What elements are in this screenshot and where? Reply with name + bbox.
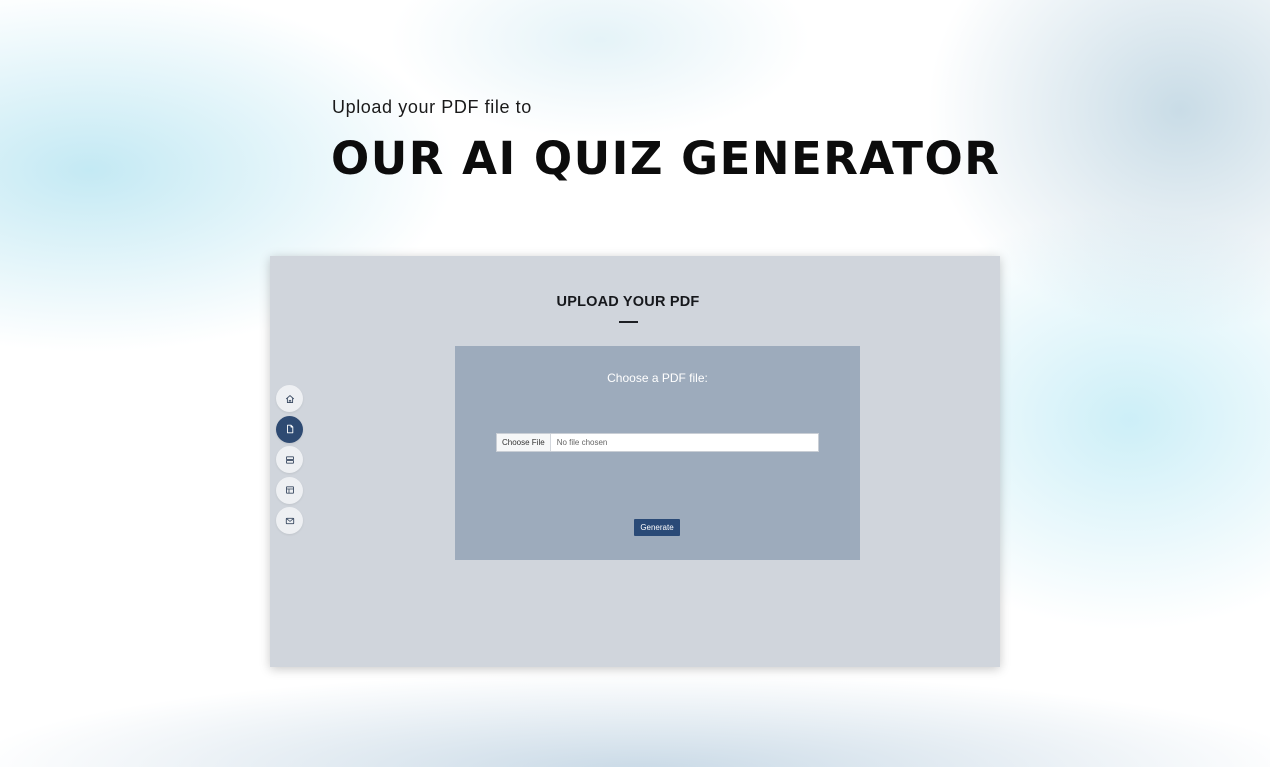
choose-file-button[interactable]: Choose File — [497, 434, 551, 451]
server-icon — [285, 455, 294, 464]
home-icon — [285, 394, 294, 403]
app-window: UPLOAD YOUR PDF Choose a PDF file: Choos… — [270, 256, 1000, 667]
nav-upload-button[interactable] — [276, 415, 303, 443]
layout-icon — [285, 486, 294, 494]
side-nav — [276, 385, 304, 538]
heading-underline — [619, 321, 638, 323]
document-icon — [286, 424, 293, 434]
file-input-label: Choose a PDF file: — [607, 371, 708, 385]
generate-button[interactable]: Generate — [634, 519, 680, 536]
hero-title: OUR AI QUIZ GENERATOR — [331, 132, 1001, 185]
nav-contact-button[interactable] — [276, 507, 303, 534]
mail-icon — [285, 517, 294, 524]
file-input[interactable]: Choose File No file chosen — [496, 433, 819, 452]
upload-panel: Choose a PDF file: Choose File No file c… — [455, 346, 860, 560]
file-status-text: No file chosen — [556, 438, 608, 447]
nav-database-button[interactable] — [276, 446, 303, 473]
nav-layout-button[interactable] — [276, 476, 303, 504]
hero-subtitle: Upload your PDF file to — [332, 97, 532, 117]
section-heading: UPLOAD YOUR PDF — [556, 294, 700, 310]
nav-home-button[interactable] — [276, 385, 303, 412]
